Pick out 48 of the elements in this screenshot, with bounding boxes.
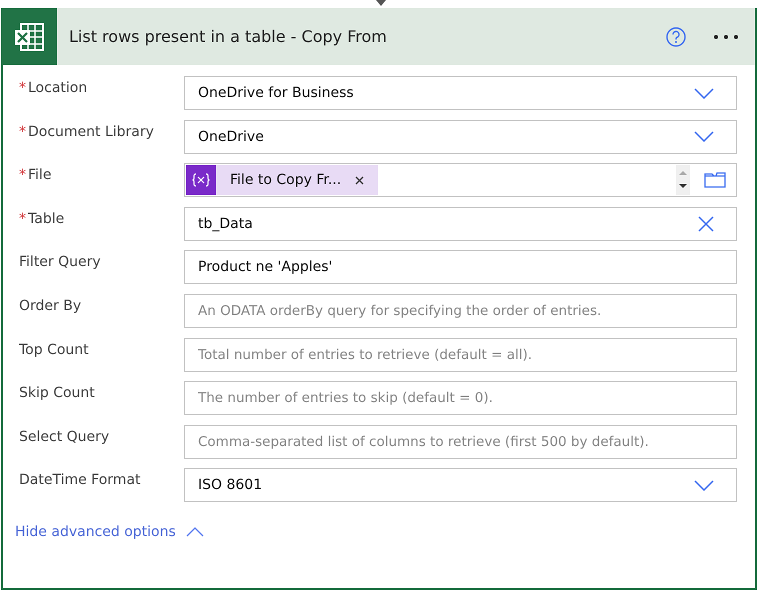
field-label: File: [28, 167, 52, 184]
spinner-icon[interactable]: [676, 165, 690, 196]
variable-icon: [186, 165, 216, 196]
dropdown-field[interactable]: OneDrive: [184, 120, 737, 154]
field-label: Document Library: [28, 124, 154, 140]
input-field[interactable]: An ODATA orderBy query for specifying the order of entries.: [184, 294, 737, 328]
input-field[interactable]: File to Copy Fr...: [184, 163, 737, 198]
field-value: OneDrive for Business: [198, 85, 354, 101]
token-text: File to Copy Fr...: [230, 172, 342, 188]
field-label: Top Count: [19, 342, 89, 358]
required-marker: *: [19, 210, 26, 227]
field-value: OneDrive: [198, 128, 264, 145]
input-field[interactable]: The number of entries to skip (default = 0).: [184, 381, 737, 416]
field-value: tb_Data: [198, 216, 253, 232]
clear-icon[interactable]: [698, 216, 714, 232]
field-placeholder: Total number of entries to retrieve (default = all).: [198, 346, 532, 363]
input-field[interactable]: Comma-separated list of columns to retrieve (first 500 by default).: [184, 424, 737, 459]
token-chip[interactable]: File to Copy Fr...: [186, 165, 378, 196]
field-label: Location: [28, 80, 88, 96]
field-label: DateTime Format: [19, 472, 141, 488]
field-placeholder: Comma-separated list of columns to retrieve (first 500 by default).: [198, 434, 649, 450]
field-label: Skip Count: [19, 385, 95, 402]
field-label: Filter Query: [19, 254, 101, 270]
field-value: ISO 8601: [198, 477, 262, 494]
field-placeholder: An ODATA orderBy query for specifying the order of entries.: [198, 302, 602, 319]
chevron-down-icon: [694, 480, 714, 491]
card-title: List rows present in a table - Copy From: [69, 27, 388, 46]
field-label: Table: [28, 210, 64, 227]
chevron-down-icon: [694, 131, 714, 142]
field-placeholder: The number of entries to skip (default = 0).: [198, 390, 493, 406]
field-label: Order By: [19, 298, 82, 314]
more-icon[interactable]: [713, 34, 739, 40]
dropdown-field[interactable]: ISO 8601: [184, 468, 737, 502]
required-marker: *: [19, 124, 26, 140]
chevron-up-icon: [186, 526, 204, 537]
chevron-down-icon: [694, 88, 714, 98]
required-marker: *: [19, 80, 26, 96]
input-field[interactable]: tb_Data: [184, 206, 737, 241]
input-field[interactable]: Product ne 'Apples': [184, 250, 737, 284]
input-field[interactable]: Total number of entries to retrieve (default = all).: [184, 338, 737, 372]
field-label: Select Query: [19, 428, 110, 445]
folder-icon[interactable]: [704, 172, 726, 188]
field-value: Product ne 'Apples': [198, 259, 332, 276]
hide-advanced-options-link[interactable]: Hide advanced options: [15, 524, 737, 540]
remove-icon[interactable]: [355, 176, 364, 185]
help-icon[interactable]: [665, 26, 687, 48]
dropdown-field[interactable]: OneDrive for Business: [184, 76, 737, 110]
required-marker: *: [19, 167, 26, 184]
